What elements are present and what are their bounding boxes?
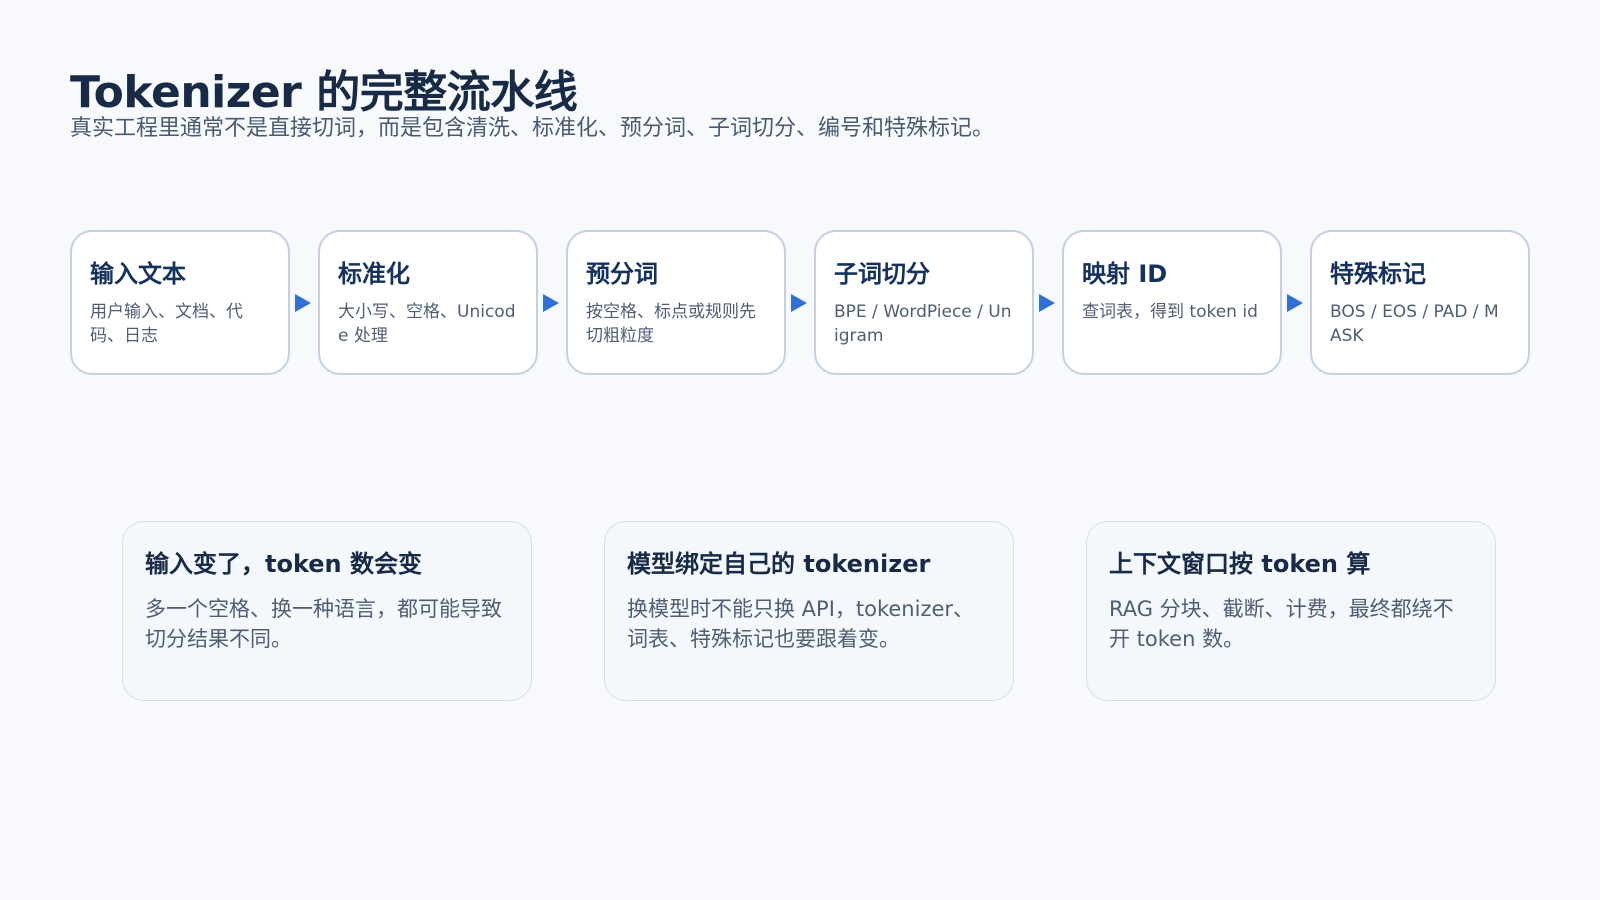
step-description: 按空格、标点或规则先切粗粒度 bbox=[586, 302, 756, 346]
insight-card-model-tokenizer: 模型绑定自己的 tokenizer 换模型时不能只换 API，tokenizer… bbox=[604, 521, 1014, 701]
step-title: 子词切分 bbox=[834, 260, 930, 288]
step-normalization: 标准化 大小写、空格、Unicode 处理 bbox=[318, 230, 538, 375]
card-body: RAG 分块、截断、计费，最终都绕不开 token 数。 bbox=[1109, 597, 1454, 651]
step-description: 查词表，得到 token id bbox=[1082, 302, 1258, 322]
step-input-text: 输入文本 用户输入、文档、代码、日志 bbox=[70, 230, 290, 375]
card-title: 输入变了，token 数会变 bbox=[145, 550, 422, 578]
page-subtitle: 真实工程里通常不是直接切词，而是包含清洗、标准化、预分词、子词切分、编号和特殊标… bbox=[70, 116, 995, 141]
arrow-right-icon bbox=[543, 294, 559, 312]
pipeline-flow: 输入文本 用户输入、文档、代码、日志 标准化 大小写、空格、Unicode 处理… bbox=[70, 230, 1530, 375]
step-subword-split: 子词切分 BPE / WordPiece / Unigram bbox=[814, 230, 1034, 375]
arrow-right-icon bbox=[295, 294, 311, 312]
card-title: 上下文窗口按 token 算 bbox=[1109, 550, 1371, 578]
insight-card-context-window: 上下文窗口按 token 算 RAG 分块、截断、计费，最终都绕不开 token… bbox=[1086, 521, 1496, 701]
step-description: 大小写、空格、Unicode 处理 bbox=[338, 302, 516, 346]
card-body: 换模型时不能只换 API，tokenizer、词表、特殊标记也要跟着变。 bbox=[627, 597, 975, 651]
step-description: BOS / EOS / PAD / MASK bbox=[1330, 302, 1499, 346]
arrow-right-icon bbox=[1039, 294, 1055, 312]
slide: Tokenizer 的完整流水线 真实工程里通常不是直接切词，而是包含清洗、标准… bbox=[0, 0, 1600, 900]
step-title: 预分词 bbox=[586, 260, 658, 288]
step-special-tokens: 特殊标记 BOS / EOS / PAD / MASK bbox=[1310, 230, 1530, 375]
step-title: 特殊标记 bbox=[1330, 260, 1426, 288]
step-pre-tokenization: 预分词 按空格、标点或规则先切粗粒度 bbox=[566, 230, 786, 375]
step-description: 用户输入、文档、代码、日志 bbox=[90, 302, 243, 346]
step-description: BPE / WordPiece / Unigram bbox=[834, 302, 1012, 346]
step-title: 映射 ID bbox=[1082, 260, 1168, 288]
step-map-id: 映射 ID 查词表，得到 token id bbox=[1062, 230, 1282, 375]
step-title: 标准化 bbox=[338, 260, 410, 288]
arrow-right-icon bbox=[791, 294, 807, 312]
card-title: 模型绑定自己的 tokenizer bbox=[627, 550, 931, 578]
step-title: 输入文本 bbox=[90, 260, 186, 288]
arrow-right-icon bbox=[1287, 294, 1303, 312]
card-body: 多一个空格、换一种语言，都可能导致切分结果不同。 bbox=[145, 597, 502, 651]
insight-card-token-count: 输入变了，token 数会变 多一个空格、换一种语言，都可能导致切分结果不同。 bbox=[122, 521, 532, 701]
